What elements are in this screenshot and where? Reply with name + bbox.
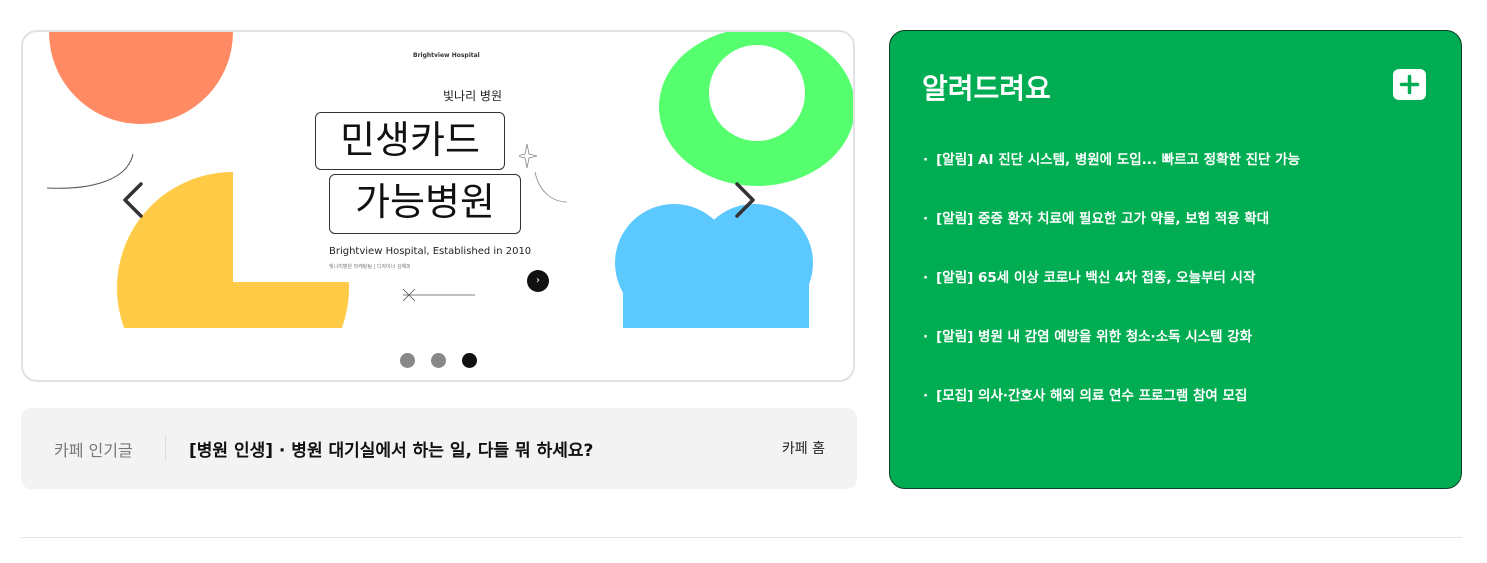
chevron-right-icon[interactable] bbox=[733, 182, 757, 218]
banner-headline-2: 가능병원 bbox=[329, 174, 521, 234]
sparkle-icon bbox=[519, 143, 568, 203]
notice-panel: 알려드려요 · [알림] AI 진단 시스템, 병원에 도입... 빠르고 정확한… bbox=[889, 30, 1462, 489]
notice-item[interactable]: · [모집] 의사·간호사 해외 의료 연수 프로그램 참여 모집 bbox=[923, 384, 1300, 443]
decor-green-ring bbox=[659, 32, 853, 186]
decor-yellow-shape bbox=[117, 172, 349, 328]
banner-image[interactable]: Brightview Hospital 빛나리 병원 민생카드 가능병원 Bri… bbox=[23, 32, 853, 328]
notice-item[interactable]: · [알림] AI 진단 시스템, 병원에 도입... 빠르고 정확한 진단 가능 bbox=[923, 148, 1300, 207]
section-divider bbox=[21, 537, 1462, 538]
banner-arrow-button: › bbox=[527, 270, 549, 292]
banner-established: Brightview Hospital, Established in 2010 bbox=[329, 246, 532, 257]
bullet: · bbox=[923, 329, 929, 345]
pagination-dot-2[interactable] bbox=[431, 353, 446, 368]
chevron-left-icon[interactable] bbox=[121, 182, 145, 218]
notice-item-text: [알림] AI 진단 시스템, 병원에 도입... 빠르고 정확한 진단 가능 bbox=[936, 152, 1301, 168]
notice-item[interactable]: · [알림] 65세 이상 코로나 백신 4차 접종, 오늘부터 시작 bbox=[923, 266, 1300, 325]
banner-headline-1: 민생카드 bbox=[315, 112, 505, 170]
bullet: · bbox=[923, 211, 929, 227]
plus-icon bbox=[1399, 74, 1420, 95]
notice-list: · [알림] AI 진단 시스템, 병원에 도입... 빠르고 정확한 진단 가능… bbox=[923, 148, 1300, 443]
decor-blue-shape-base bbox=[623, 262, 809, 328]
slider-pagination bbox=[400, 353, 477, 368]
banner-slider: Brightview Hospital 빛나리 병원 민생카드 가능병원 Bri… bbox=[21, 30, 855, 382]
banner-hospital-ko: 빛나리 병원 bbox=[443, 89, 503, 103]
cafe-popular-bar: 카페 인기글 [병원 인생] · 병원 대기실에서 하는 일, 다들 뭐 하세요… bbox=[21, 408, 857, 489]
banner-credits: 빛나리병원 마케팅팀 | 디자이너 김해피 bbox=[329, 264, 411, 270]
notice-item-text: [알림] 중증 환자 치료에 필요한 고가 약물, 보험 적용 확대 bbox=[936, 211, 1270, 227]
notice-item[interactable]: · [알림] 중증 환자 치료에 필요한 고가 약물, 보험 적용 확대 bbox=[923, 207, 1300, 266]
pagination-dot-1[interactable] bbox=[400, 353, 415, 368]
notice-item[interactable]: · [알림] 병원 내 감염 예방을 위한 청소·소독 시스템 강화 bbox=[923, 325, 1300, 384]
pagination-dot-3[interactable] bbox=[462, 353, 477, 368]
notice-more-button[interactable] bbox=[1393, 69, 1426, 100]
bullet: · bbox=[923, 270, 929, 286]
notice-title: 알려드려요 bbox=[922, 72, 1051, 105]
divider bbox=[165, 435, 166, 461]
banner-header: Brightview Hospital bbox=[313, 52, 573, 59]
notice-item-text: [알림] 병원 내 감염 예방을 위한 청소·소독 시스템 강화 bbox=[936, 329, 1253, 345]
notice-item-text: [모집] 의사·간호사 해외 의료 연수 프로그램 참여 모집 bbox=[936, 388, 1248, 404]
cafe-popular-label: 카페 인기글 bbox=[54, 441, 133, 460]
decor-cross-line bbox=[403, 288, 475, 302]
bullet: · bbox=[923, 388, 929, 404]
notice-item-text: [알림] 65세 이상 코로나 백신 4차 접종, 오늘부터 시작 bbox=[936, 270, 1256, 286]
cafe-popular-post-link[interactable]: [병원 인생] · 병원 대기실에서 하는 일, 다들 뭐 하세요? bbox=[189, 436, 593, 461]
banner-hospital-en: Brightview Hospital bbox=[413, 52, 480, 59]
bullet: · bbox=[923, 152, 929, 168]
cafe-home-link[interactable]: 카페 홈 bbox=[782, 438, 825, 458]
